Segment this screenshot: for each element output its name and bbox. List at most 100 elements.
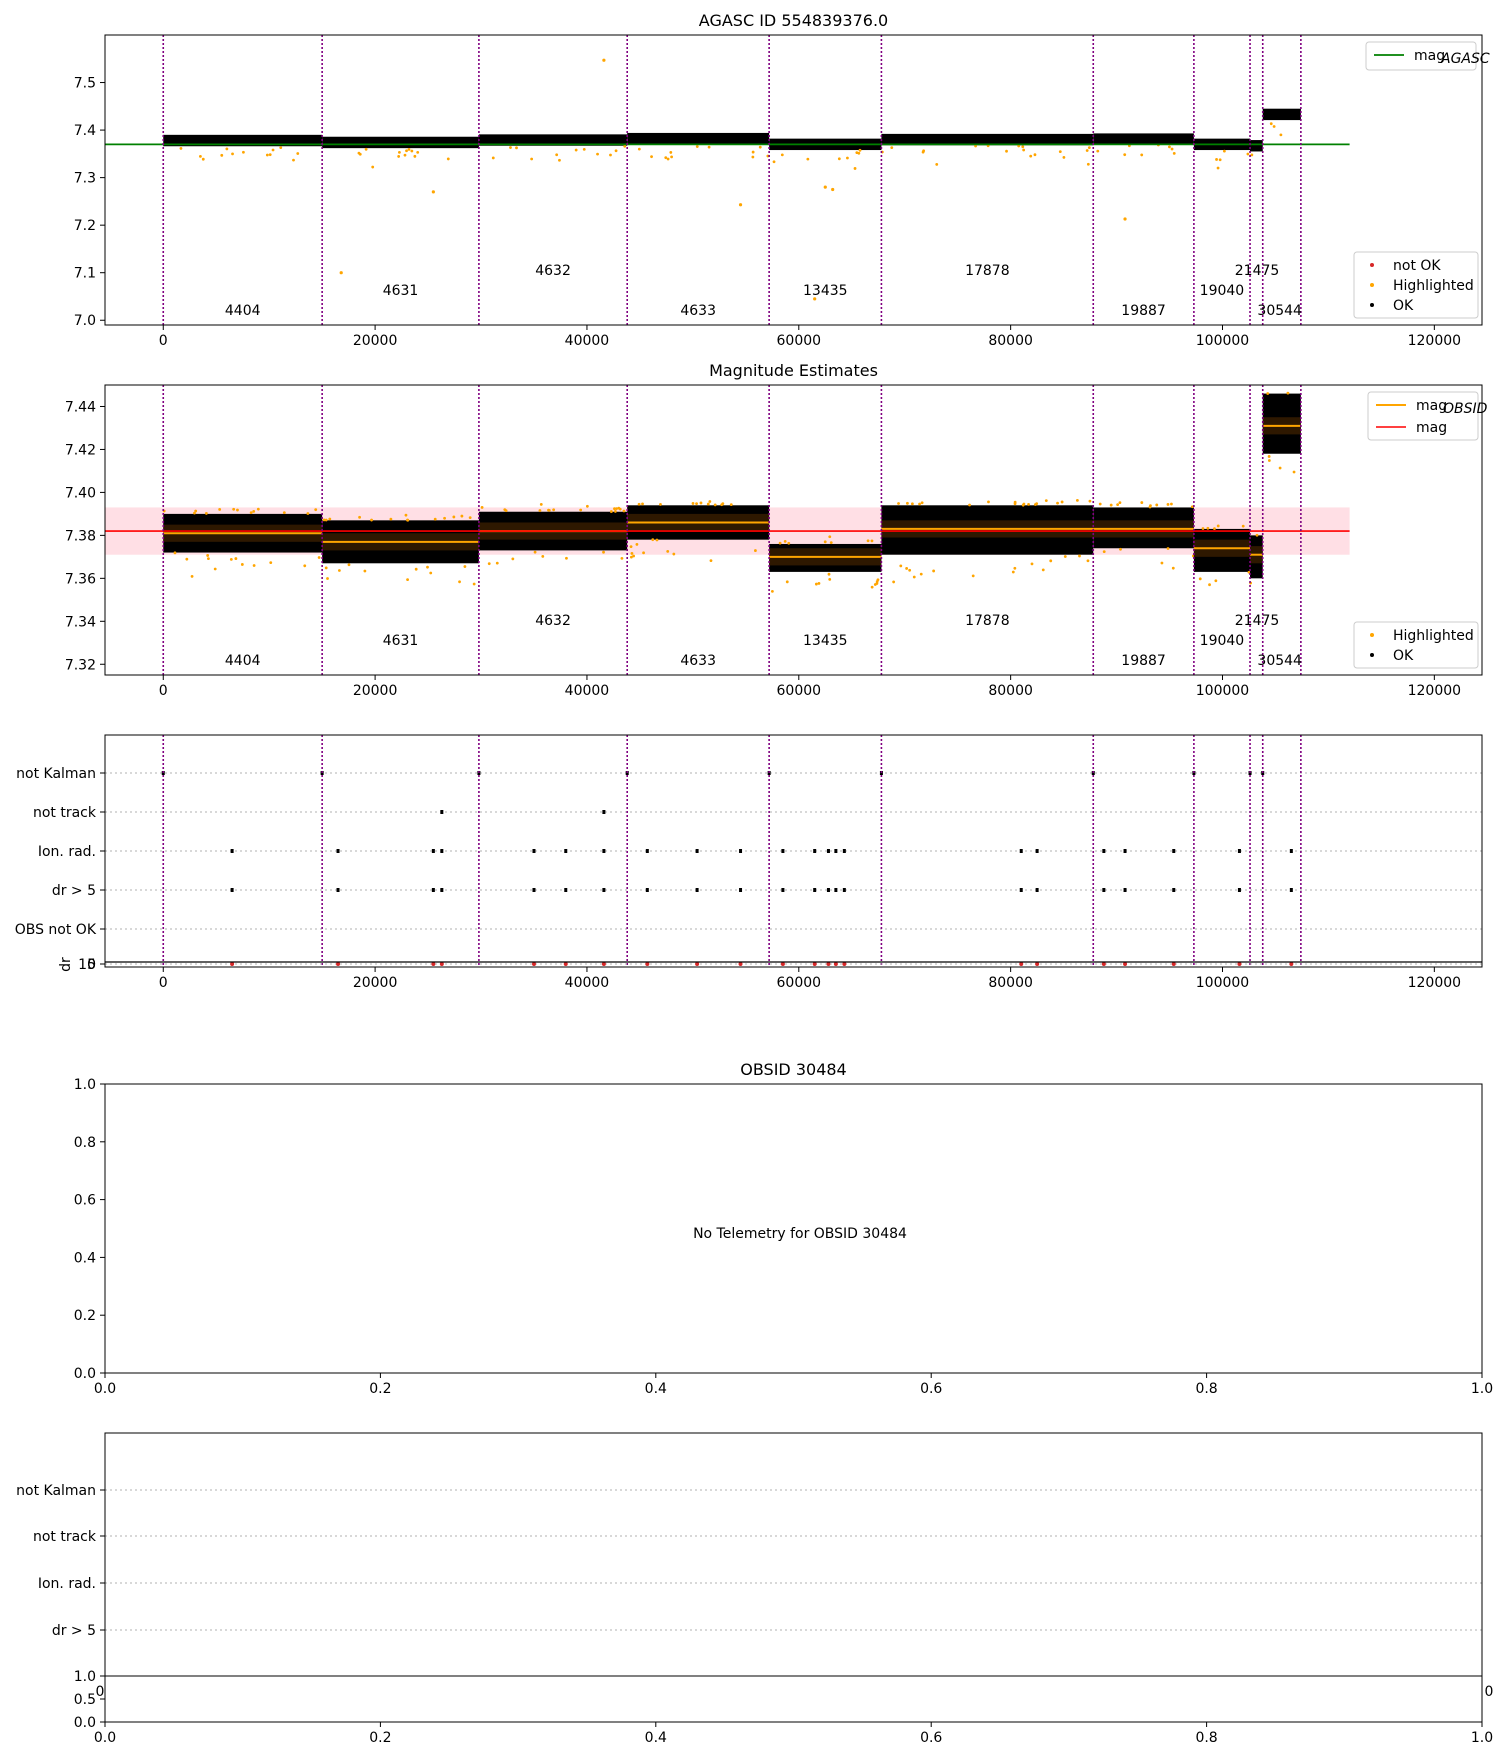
x-tick-label: 40000 [565,683,610,699]
highlighted-point [579,508,583,512]
flag-marker [602,849,606,853]
highlighted-point [855,151,859,155]
x-tick-label: 0.4 [645,1730,667,1746]
highlighted-point [405,149,408,153]
highlighted-point [446,157,450,161]
legend-label: mag [1416,420,1447,436]
highlighted-point [1013,500,1017,504]
obsid-label: 19887 [1121,303,1166,319]
highlighted-point [922,149,926,153]
panel4-title: OBSID 30484 [740,1060,846,1079]
highlighted-point [1075,499,1079,502]
flag-label: not Kalman [16,766,96,782]
x-tick-label: 120000 [1408,975,1461,991]
highlighted-point [846,156,849,160]
y-tick-label: 7.2 [74,218,96,234]
flag-marker [695,849,699,853]
flag-marker [1019,849,1023,853]
x-tick-label: 0.0 [94,1381,116,1397]
highlighted-point [814,582,818,586]
y-tick-label: 7.40 [65,485,96,501]
highlighted-point [738,203,743,207]
highlighted-point [1098,502,1102,506]
flag-marker [1035,888,1039,892]
x-tick-label: 80000 [988,333,1033,349]
highlighted-point [371,165,375,169]
legend-marker [1370,653,1374,657]
highlighted-point [1155,503,1159,507]
highlighted-point [831,187,835,192]
highlighted-point [1078,554,1081,558]
flag-marker [440,888,444,892]
flag-label: OBS not OK [15,922,97,938]
highlighted-point [1096,149,1100,153]
panel1-point-legend: not OK Highlighted OK [1353,251,1479,319]
highlighted-point [870,585,874,589]
flag-label: not track [33,805,97,821]
highlighted-point [1279,133,1283,137]
y-tick-label: 7.4 [74,123,96,139]
highlighted-point [190,574,194,578]
highlighted-point [751,150,755,154]
obsid-label: 4633 [680,303,716,319]
highlighted-point [828,577,832,581]
obsid-label: 17878 [965,263,1010,279]
highlighted-point [1215,158,1218,161]
flags-frame-2 [104,1432,1483,1677]
highlighted-point [1030,562,1034,566]
highlighted-point [1166,547,1170,550]
highlighted-point [249,511,253,515]
highlighted-point [364,147,368,151]
highlighted-point [1022,148,1026,152]
highlighted-point [213,567,217,571]
overlap-tick-label: 0 [96,1684,105,1700]
no-telemetry-text: No Telemetry for OBSID 30484 [693,1226,907,1242]
flag-marker [834,888,838,892]
highlighted-point [1088,499,1092,503]
highlighted-point [858,148,862,152]
flag-marker [1172,888,1176,892]
highlighted-point [1166,503,1170,506]
legend-label: not OK [1393,258,1441,274]
highlighted-point [1085,149,1089,152]
x-tick-label: 120000 [1408,683,1461,699]
highlighted-point [426,565,429,569]
highlighted-point [1058,150,1062,153]
obsid-label: 13435 [803,633,848,649]
highlighted-point [443,516,446,520]
highlighted-point [806,157,810,161]
highlighted-point [1266,392,1270,395]
highlighted-point [416,150,420,154]
legend-marker [1370,263,1374,267]
legend-label: OK [1393,298,1414,314]
highlighted-point [837,157,841,161]
highlighted-point [357,151,361,155]
y-tick-label: 7.36 [65,571,96,587]
highlighted-point [480,506,484,509]
obsid-label: 30544 [1257,303,1302,319]
highlighted-point [1216,166,1220,170]
highlighted-point [1246,152,1250,156]
y-tick-label: 7.32 [65,657,96,673]
highlighted-point [629,545,633,549]
highlighted-point [669,151,673,154]
highlighted-point [207,557,210,561]
highlighted-point [292,158,295,162]
highlighted-point [413,154,417,158]
highlighted-point [1172,151,1176,155]
highlighted-point [460,514,464,518]
highlighted-point [1021,145,1025,149]
legend-marker [1370,283,1374,287]
highlighted-point [870,539,874,543]
highlighted-point [1241,524,1245,528]
obsid-label: 4404 [225,303,261,319]
highlighted-point [1216,524,1220,528]
highlighted-point [242,150,245,154]
highlighted-point [908,568,912,572]
highlighted-point [541,554,545,558]
highlighted-point [1269,122,1273,126]
highlighted-point [404,513,408,517]
highlighted-point [602,58,606,62]
flag-marker [1102,849,1106,853]
highlighted-point [234,557,238,560]
